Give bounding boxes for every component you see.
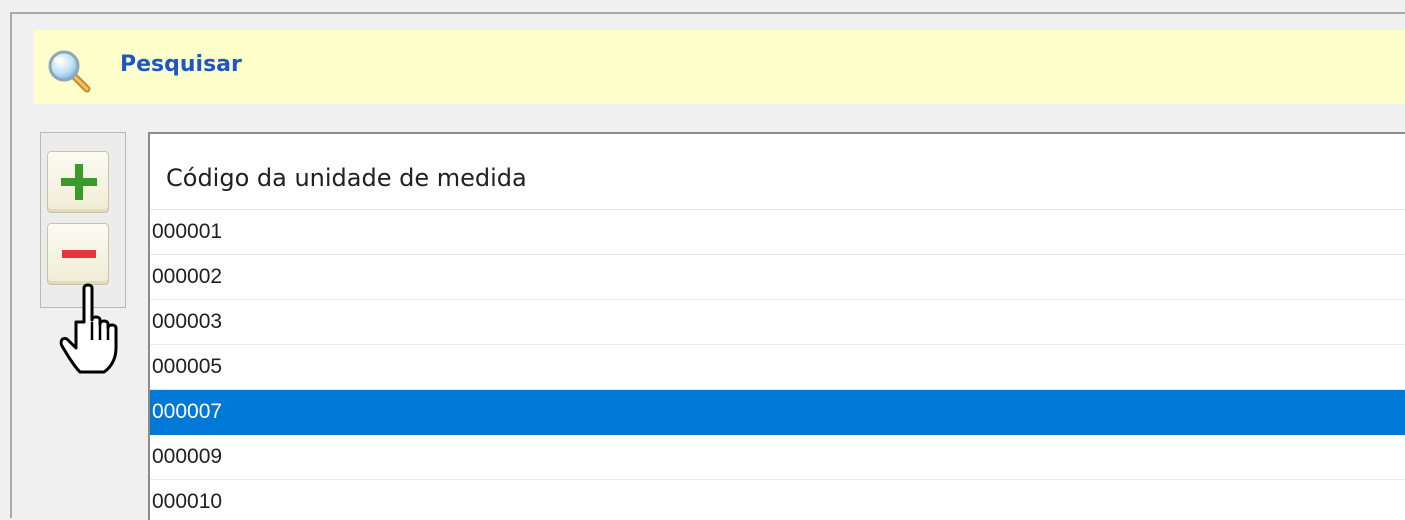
table-row[interactable]: 000005	[150, 345, 1405, 390]
search-label[interactable]: Pesquisar	[120, 50, 242, 80]
plus-icon	[61, 164, 97, 200]
table-row[interactable]: 000003	[150, 300, 1405, 345]
remove-button[interactable]	[47, 223, 109, 285]
minus-icon	[62, 250, 96, 258]
table-row[interactable]: 000009	[150, 435, 1405, 480]
table-row[interactable]: 000001	[150, 210, 1405, 255]
grid-rows: 000001 000002 000003 000005 000007 00000…	[150, 210, 1405, 520]
toolbar-panel	[40, 132, 126, 308]
table-row-selected[interactable]: 000007	[150, 390, 1405, 435]
grid-column-header[interactable]: Código da unidade de medida	[150, 134, 1405, 210]
table-row[interactable]: 000002	[150, 255, 1405, 300]
search-bar[interactable]: Pesquisar	[34, 30, 1405, 104]
units-grid[interactable]: Código da unidade de medida 000001 00000…	[148, 132, 1405, 520]
table-row[interactable]: 000010	[150, 480, 1405, 520]
magnifier-icon	[46, 48, 92, 94]
column-header-label: Código da unidade de medida	[166, 164, 527, 192]
window: Pesquisar Código da unidade de medida 00…	[10, 12, 1405, 520]
add-button[interactable]	[47, 151, 109, 213]
